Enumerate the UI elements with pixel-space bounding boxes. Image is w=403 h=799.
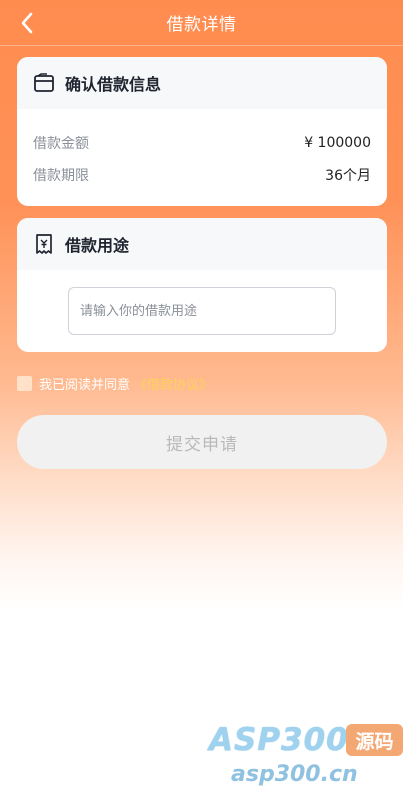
purpose-input-wrap (17, 270, 387, 335)
agreement-link[interactable]: 《借款协议》 (134, 374, 212, 393)
submit-button[interactable]: 提交申请 (17, 415, 387, 469)
watermark-url: asp300.cn (231, 762, 358, 787)
agreement-row: 我已阅读并同意 《借款协议》 (17, 374, 212, 393)
loan-amount-value: ¥ 100000 (304, 135, 371, 151)
loan-term-label: 借款期限 (33, 168, 89, 184)
wallet-icon (33, 72, 55, 94)
loan-info-card-header: 确认借款信息 (17, 57, 387, 109)
receipt-icon (33, 233, 55, 255)
agreement-checkbox[interactable] (17, 376, 32, 391)
loan-purpose-card-title: 借款用途 (65, 236, 130, 255)
agreement-text: 我已阅读并同意 (39, 378, 131, 393)
loan-term-row: 借款期限 36个月 (17, 159, 387, 191)
loan-purpose-input[interactable] (68, 287, 336, 335)
loan-info-card: 确认借款信息 借款金额 ¥ 100000 借款期限 36个月 (17, 57, 387, 206)
chevron-left-icon (21, 12, 33, 34)
loan-info-card-title: 确认借款信息 (65, 75, 162, 94)
loan-amount-row: 借款金额 ¥ 100000 (17, 127, 387, 159)
loan-info-rows: 借款金额 ¥ 100000 借款期限 36个月 (17, 109, 387, 191)
loan-purpose-card: 借款用途 (17, 218, 387, 352)
watermark-badge: 源码 (346, 724, 403, 756)
loan-amount-label: 借款金额 (33, 136, 89, 152)
back-button[interactable] (14, 10, 40, 36)
page-title: 借款详情 (166, 15, 237, 35)
loan-purpose-card-header: 借款用途 (17, 218, 387, 270)
watermark-logo: ASP300 (209, 722, 349, 758)
top-nav-bar: 借款详情 (0, 0, 403, 46)
loan-term-value: 36个月 (325, 168, 371, 184)
watermark: ASP300 源码 asp300.cn (205, 720, 403, 799)
